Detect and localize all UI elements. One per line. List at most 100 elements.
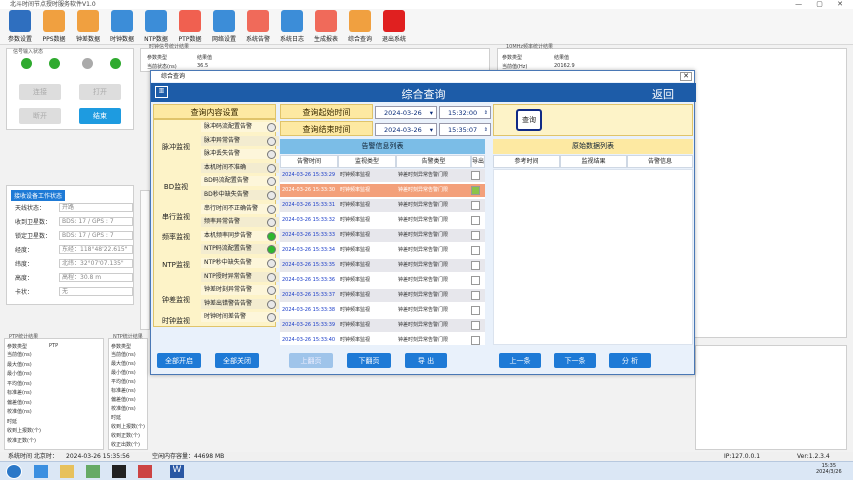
- ptp-row: 最小值(ns): [7, 371, 32, 377]
- analyze-button[interactable]: 分 析: [609, 353, 651, 368]
- export-checkbox[interactable]: [471, 186, 480, 195]
- dialog-close-button[interactable]: ✕: [680, 72, 692, 81]
- row-value: BDS: 17 / GPS : 7: [59, 217, 133, 226]
- export-checkbox[interactable]: [471, 321, 480, 330]
- table-row[interactable]: 2024-03-26 15:33:40 时钟频率监视 钟差时刻异常告警门限: [280, 334, 485, 345]
- toolbar-label: 退出系统: [381, 36, 406, 43]
- monitor-type: 时钟频率监视: [340, 247, 371, 253]
- next-button[interactable]: 下一条: [554, 353, 596, 368]
- running-app-icon[interactable]: [138, 465, 152, 478]
- alarm-type: 钟差时刻异常告警门限: [398, 277, 449, 283]
- export-checkbox[interactable]: [471, 231, 480, 240]
- ptp-row: 平均值(ns): [7, 380, 32, 387]
- option-radio-3[interactable]: [267, 163, 276, 173]
- toolbar-button-11[interactable]: 退出系统: [380, 10, 408, 43]
- option-radio-10[interactable]: [267, 259, 276, 268]
- table-row[interactable]: 2024-03-26 15:33:30 时钟频率监视 钟差时刻异常告警门限: [280, 184, 485, 197]
- end-button[interactable]: 结束: [79, 108, 121, 124]
- next-page-button[interactable]: 下翻页: [347, 353, 391, 368]
- open-button[interactable]: 打开: [79, 84, 121, 100]
- toolbar-label: PPS数据: [42, 36, 66, 43]
- option-radio-1[interactable]: [267, 136, 276, 146]
- export-checkbox[interactable]: [471, 306, 480, 315]
- toolbar-button-10[interactable]: 综合查询: [346, 10, 374, 43]
- close-all-button[interactable]: 全部关闭: [215, 353, 259, 368]
- toolbar-button-2[interactable]: 钟差数据: [74, 10, 102, 43]
- table-row[interactable]: 2024-03-26 15:33:37 时钟频率监视 钟差时刻异常告警门限: [280, 289, 485, 302]
- table-row[interactable]: 2024-03-26 15:33:33 时钟频率监视 钟差时刻异常告警门限: [280, 229, 485, 242]
- ntp-row: 收到上报数(个): [111, 424, 145, 430]
- export-checkbox[interactable]: [471, 201, 480, 210]
- ntp-title: NTP统计结果: [113, 334, 143, 340]
- start-button[interactable]: [6, 464, 22, 479]
- prev-page-button[interactable]: 上翻页: [289, 353, 333, 368]
- export-checkbox[interactable]: [471, 276, 480, 285]
- toolbar-button-9[interactable]: 生成报表: [312, 10, 340, 43]
- option-radio-0[interactable]: [267, 123, 276, 132]
- table-row[interactable]: 2024-03-26 15:33:32 时钟频率监视 钟差时刻异常告警门限: [280, 214, 485, 227]
- export-checkbox[interactable]: [471, 246, 480, 255]
- export-checkbox[interactable]: [471, 171, 480, 180]
- prev-button[interactable]: 上一条: [499, 353, 541, 368]
- table-row[interactable]: 2024-03-26 15:33:38 时钟频率监视 钟差时刻异常告警门限: [280, 304, 485, 317]
- disconnect-button[interactable]: 断开: [19, 108, 61, 124]
- ptp-row: 标准差(ns): [7, 390, 32, 396]
- back-button[interactable]: 返回: [652, 86, 674, 102]
- toolbar-button-4[interactable]: NTP数据: [142, 10, 170, 43]
- alarm-list-header: 告警信息列表: [280, 139, 485, 154]
- start-time-input[interactable]: 15:32:00 ⇕: [439, 106, 491, 119]
- terminal-icon[interactable]: [112, 465, 126, 478]
- open-all-button[interactable]: 全部开启: [157, 353, 201, 368]
- toolbar-button-1[interactable]: PPS数据: [40, 10, 68, 43]
- alarm-col-2: 告警类型: [396, 155, 471, 168]
- table-row[interactable]: 2024-03-26 15:33:29 时钟频率监视 钟差时刻异常告警门限: [280, 169, 485, 182]
- alarm-col-3: 导出: [471, 155, 485, 168]
- ie-icon[interactable]: [34, 465, 48, 478]
- alarm-col-1: 监视类型: [338, 155, 396, 168]
- end-time-label-box: 查询结束时间: [280, 121, 373, 136]
- export-checkbox[interactable]: [471, 291, 480, 300]
- export-button[interactable]: 导 出: [405, 353, 447, 368]
- window-controls[interactable]: — ▢ ✕: [795, 0, 849, 9]
- row-value: 开路: [59, 203, 133, 212]
- query-button[interactable]: 查询: [516, 109, 542, 131]
- word-icon[interactable]: W: [170, 465, 184, 478]
- alarm-type: 钟差时刻异常告警门限: [398, 232, 449, 238]
- toolbar-button-7[interactable]: 系统告警: [244, 10, 272, 43]
- table-row[interactable]: 2024-03-26 15:33:31 时钟频率监视 钟差时刻异常告警门限: [280, 199, 485, 212]
- option-radio-6[interactable]: [267, 204, 276, 214]
- network-icon: [213, 10, 235, 32]
- option-radio-5[interactable]: [267, 191, 276, 200]
- app-title: 北斗时间节点授时服务软件V1.0: [10, 1, 96, 8]
- app-icon[interactable]: [86, 465, 100, 478]
- option-radio-8[interactable]: [267, 231, 276, 241]
- folder-icon[interactable]: [60, 465, 74, 478]
- table-row[interactable]: 2024-03-26 15:33:36 时钟频率监视 钟差时刻异常告警门限: [280, 274, 485, 287]
- receiver-row: 收到卫星数： BDS: 17 / GPS : 7: [15, 217, 133, 226]
- toolbar-label: 钟差数据: [75, 36, 100, 43]
- monitor-type: 时钟频率监视: [340, 232, 371, 238]
- toolbar-button-5[interactable]: PTP数据: [176, 10, 204, 43]
- connect-button[interactable]: 连接: [19, 84, 61, 100]
- toolbar-button-8[interactable]: 系统日志: [278, 10, 306, 43]
- clock-diff-icon: [77, 10, 99, 32]
- toolbar-label: 生成报表: [313, 36, 338, 43]
- toolbar-button-0[interactable]: 参数设置: [6, 10, 34, 43]
- table-row[interactable]: 2024-03-26 15:33:35 时钟频率监视 钟差时刻异常告警门限: [280, 259, 485, 272]
- end-date-select[interactable]: 2024-03-26 ▾: [375, 123, 437, 136]
- export-checkbox[interactable]: [471, 261, 480, 270]
- table-row[interactable]: 2024-03-26 15:33:34 时钟频率监视 钟差时刻异常告警门限: [280, 244, 485, 257]
- mid-col2: 结果值: [197, 55, 213, 61]
- option-radio-11[interactable]: [267, 272, 276, 282]
- export-checkbox[interactable]: [471, 336, 480, 345]
- end-time-input[interactable]: 15:35:07 ⇕: [439, 123, 491, 136]
- option-radio-13[interactable]: [267, 299, 276, 309]
- tray-date: 2024/3/26: [816, 469, 842, 475]
- toolbar-button-3[interactable]: 时钟数据: [108, 10, 136, 43]
- start-date-select[interactable]: 2024-03-26 ▾: [375, 106, 437, 119]
- alarm-time: 2024-03-26 15:33:37: [282, 292, 336, 298]
- table-row[interactable]: 2024-03-26 15:33:39 时钟频率监视 钟差时刻异常告警门限: [280, 319, 485, 332]
- monitor-type: 时钟频率监视: [340, 187, 371, 193]
- toolbar-button-6[interactable]: 网络设置: [210, 10, 238, 43]
- export-checkbox[interactable]: [471, 216, 480, 225]
